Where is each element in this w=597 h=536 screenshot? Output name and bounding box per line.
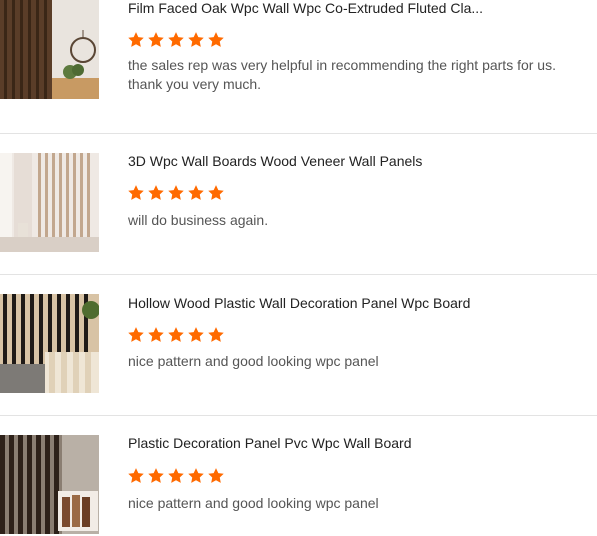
- review-text: the sales rep was very helpful in recomm…: [128, 57, 556, 92]
- review-text: nice pattern and good looking wpc panel: [128, 495, 379, 511]
- product-thumbnail[interactable]: [0, 153, 99, 252]
- star-icon: [187, 184, 205, 202]
- star-icon: [187, 326, 205, 344]
- star-icon: [127, 184, 145, 202]
- star-icon: [207, 467, 225, 485]
- star-icon: [147, 31, 165, 49]
- product-thumbnail[interactable]: [0, 435, 99, 534]
- divider: [0, 274, 597, 275]
- star-icon: [167, 467, 185, 485]
- star-icon: [167, 326, 185, 344]
- star-icon: [147, 326, 165, 344]
- star-icon: [207, 184, 225, 202]
- rating-stars: [127, 467, 225, 485]
- star-icon: [147, 184, 165, 202]
- star-icon: [207, 31, 225, 49]
- divider: [0, 133, 597, 134]
- star-icon: [187, 467, 205, 485]
- review-text: will do business again.: [128, 212, 269, 228]
- product-thumbnail[interactable]: [0, 0, 99, 99]
- product-title[interactable]: 3D Wpc Wall Boards Wood Veneer Wall Pane…: [128, 153, 578, 169]
- star-icon: [127, 326, 145, 344]
- product-thumbnail[interactable]: [0, 294, 99, 393]
- star-icon: [127, 31, 145, 49]
- product-title[interactable]: Film Faced Oak Wpc Wall Wpc Co-Extruded …: [128, 0, 578, 16]
- star-icon: [207, 326, 225, 344]
- divider: [0, 415, 597, 416]
- rating-stars: [127, 326, 225, 344]
- product-title[interactable]: Plastic Decoration Panel Pvc Wpc Wall Bo…: [128, 435, 578, 451]
- product-title[interactable]: Hollow Wood Plastic Wall Decoration Pane…: [128, 295, 578, 311]
- star-icon: [167, 31, 185, 49]
- rating-stars: [127, 31, 225, 49]
- star-icon: [187, 31, 205, 49]
- star-icon: [167, 184, 185, 202]
- review-text: nice pattern and good looking wpc panel: [128, 353, 379, 369]
- rating-stars: [127, 184, 225, 202]
- star-icon: [147, 467, 165, 485]
- star-icon: [127, 467, 145, 485]
